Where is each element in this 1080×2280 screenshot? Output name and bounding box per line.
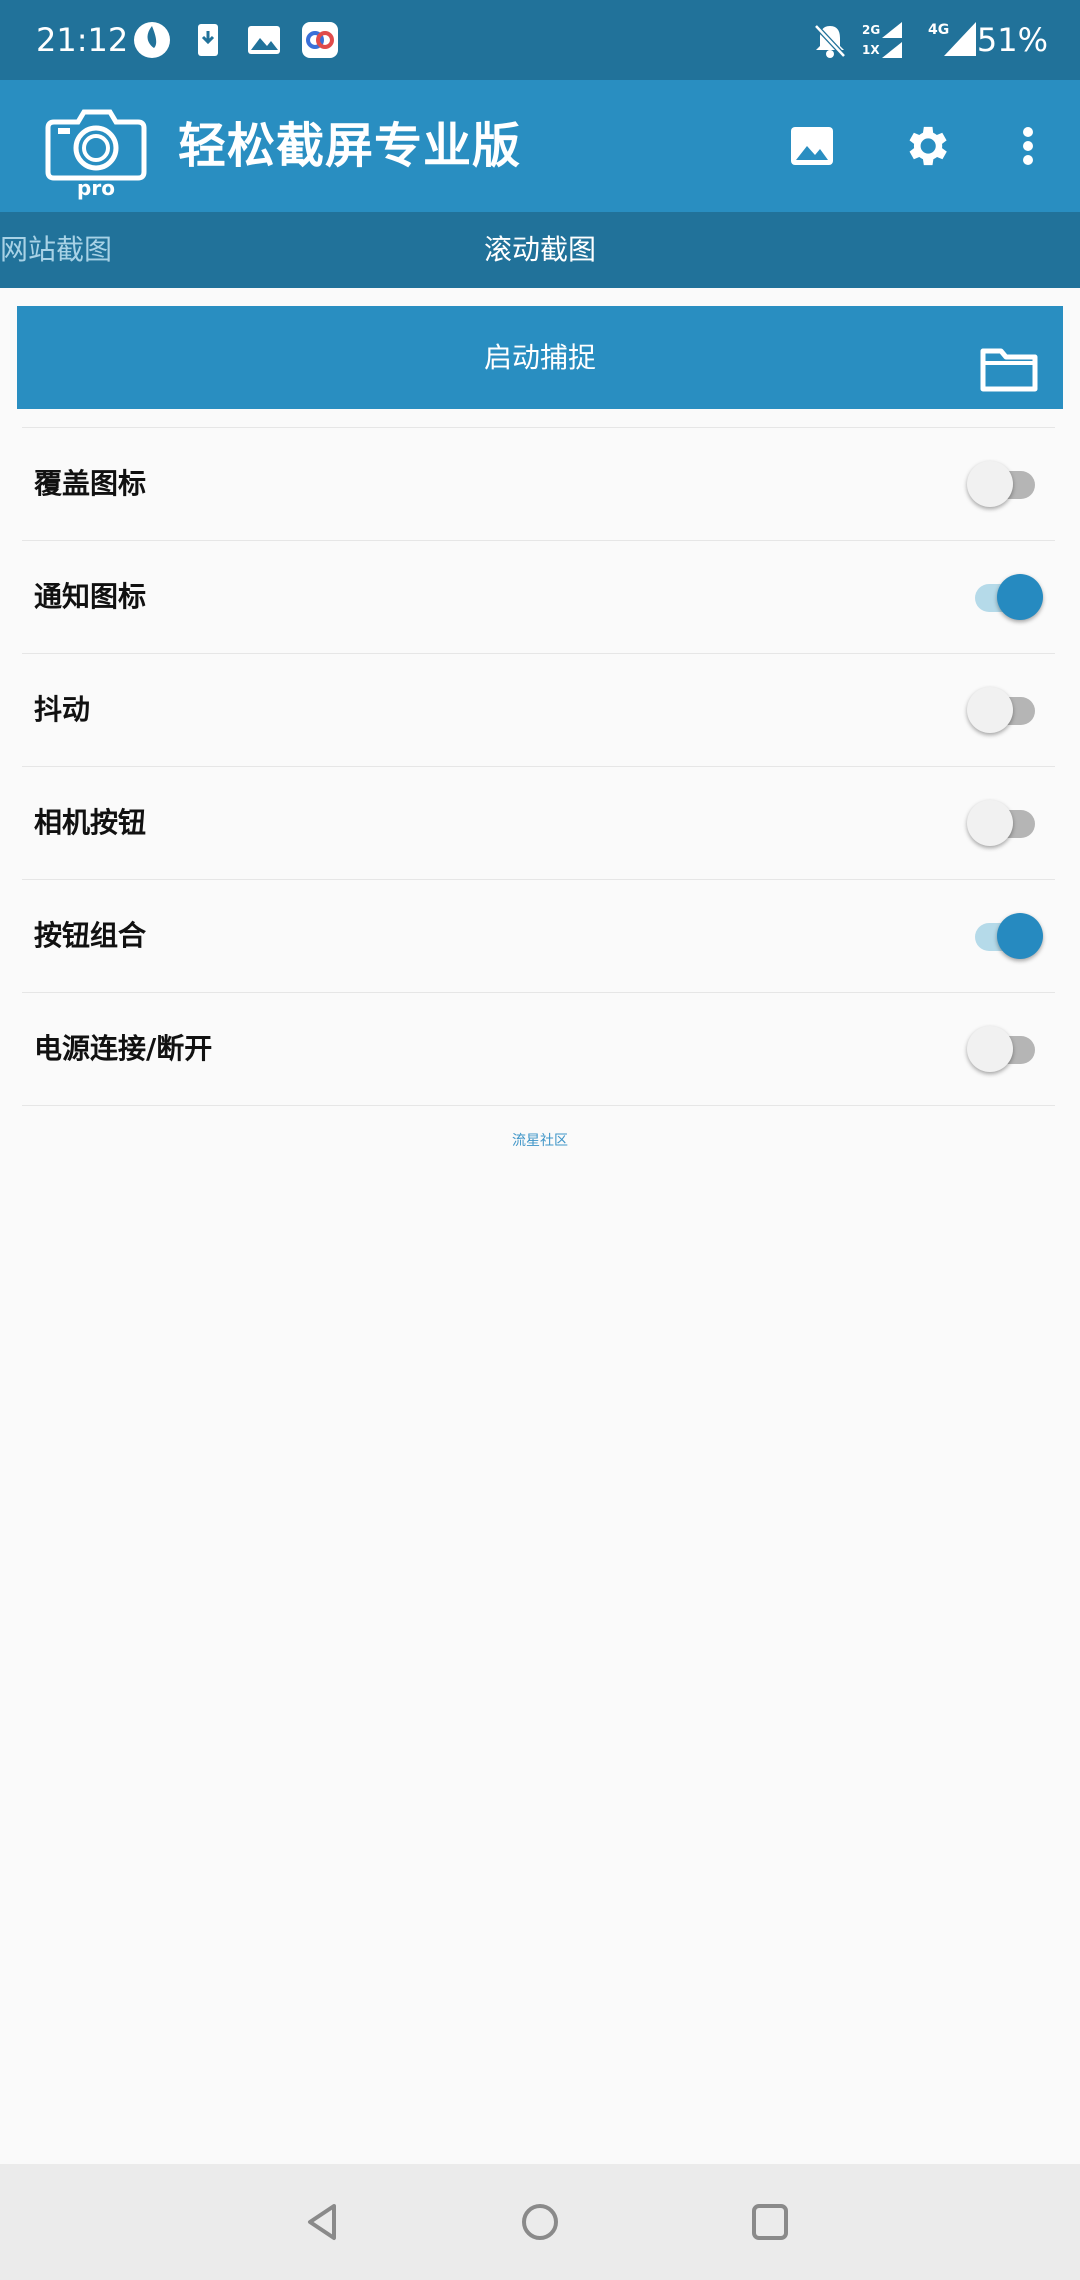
setting-label: 按钮组合 <box>34 919 147 952</box>
start-capture-label: 启动捕捉 <box>483 341 596 374</box>
bell-off-icon <box>808 18 852 62</box>
signal-2g-icon: 2G 1X <box>860 18 916 62</box>
settings-icon <box>909 126 947 166</box>
setting-label: 电源连接/断开 <box>34 1032 213 1065</box>
app-title: 轻松截屏专业版 <box>178 118 522 174</box>
app-icon <box>130 18 174 62</box>
image-icon <box>242 18 286 62</box>
settings-button[interactable] <box>896 116 956 176</box>
home-icon <box>522 2204 558 2240</box>
more-button[interactable] <box>998 116 1058 176</box>
logo-text: pro <box>77 176 115 200</box>
camera-logo-icon: pro <box>44 100 148 200</box>
gallery-icon <box>791 127 833 165</box>
recents-icon <box>752 2204 788 2240</box>
tab-scroll-screenshot[interactable]: 滚动截图 <box>0 212 1080 288</box>
download-icon <box>186 18 230 62</box>
back-icon <box>308 2204 336 2240</box>
setting-label: 相机按钮 <box>34 806 147 839</box>
status-time: 21:12 <box>36 21 129 59</box>
start-capture-button[interactable]: 启动捕捉 <box>17 306 1063 409</box>
power-connect-toggle[interactable] <box>967 1026 1043 1072</box>
back-button[interactable] <box>290 2190 354 2254</box>
battery-level: 51% <box>976 21 1048 59</box>
setting-shake[interactable]: 抖动 <box>22 654 1055 767</box>
setting-label: 覆盖图标 <box>34 467 147 500</box>
tab-bar: 网站截图 滚动截图 <box>0 212 1080 288</box>
svg-text:2G: 2G <box>862 23 880 37</box>
camera-button-toggle[interactable] <box>967 800 1043 846</box>
setting-overlay-icon[interactable]: 覆盖图标 <box>22 428 1055 541</box>
button-combo-toggle[interactable] <box>967 913 1043 959</box>
recents-button[interactable] <box>738 2190 802 2254</box>
gallery-button[interactable] <box>782 116 842 176</box>
settings-list: 覆盖图标 通知图标 抖动 相机按钮 按钮组合 电源连接/断开 <box>22 427 1055 1106</box>
app-bar: pro 轻松截屏专业版 <box>0 80 1080 212</box>
notification-icon-toggle[interactable] <box>967 574 1043 620</box>
navigation-bar <box>0 2164 1080 2280</box>
status-bar: 21:12 2G 1X 4G 51% <box>0 0 1080 80</box>
svg-text:1X: 1X <box>862 43 880 57</box>
setting-label: 通知图标 <box>34 580 147 613</box>
folder-icon[interactable] <box>979 332 1039 392</box>
more-vert-icon <box>1023 127 1033 165</box>
setting-notification-icon[interactable]: 通知图标 <box>22 541 1055 654</box>
setting-label: 抖动 <box>34 693 91 726</box>
svg-text:4G: 4G <box>928 22 949 38</box>
setting-power-connect[interactable]: 电源连接/断开 <box>22 993 1055 1106</box>
setting-camera-button[interactable]: 相机按钮 <box>22 767 1055 880</box>
overlay-icon-toggle[interactable] <box>967 461 1043 507</box>
community-link[interactable]: 流星社区 <box>0 1130 1080 1150</box>
signal-4g-icon: 4G <box>924 18 984 62</box>
setting-button-combo[interactable]: 按钮组合 <box>22 880 1055 993</box>
shake-toggle[interactable] <box>967 687 1043 733</box>
app-icon-2 <box>298 18 342 62</box>
home-button[interactable] <box>508 2190 572 2254</box>
